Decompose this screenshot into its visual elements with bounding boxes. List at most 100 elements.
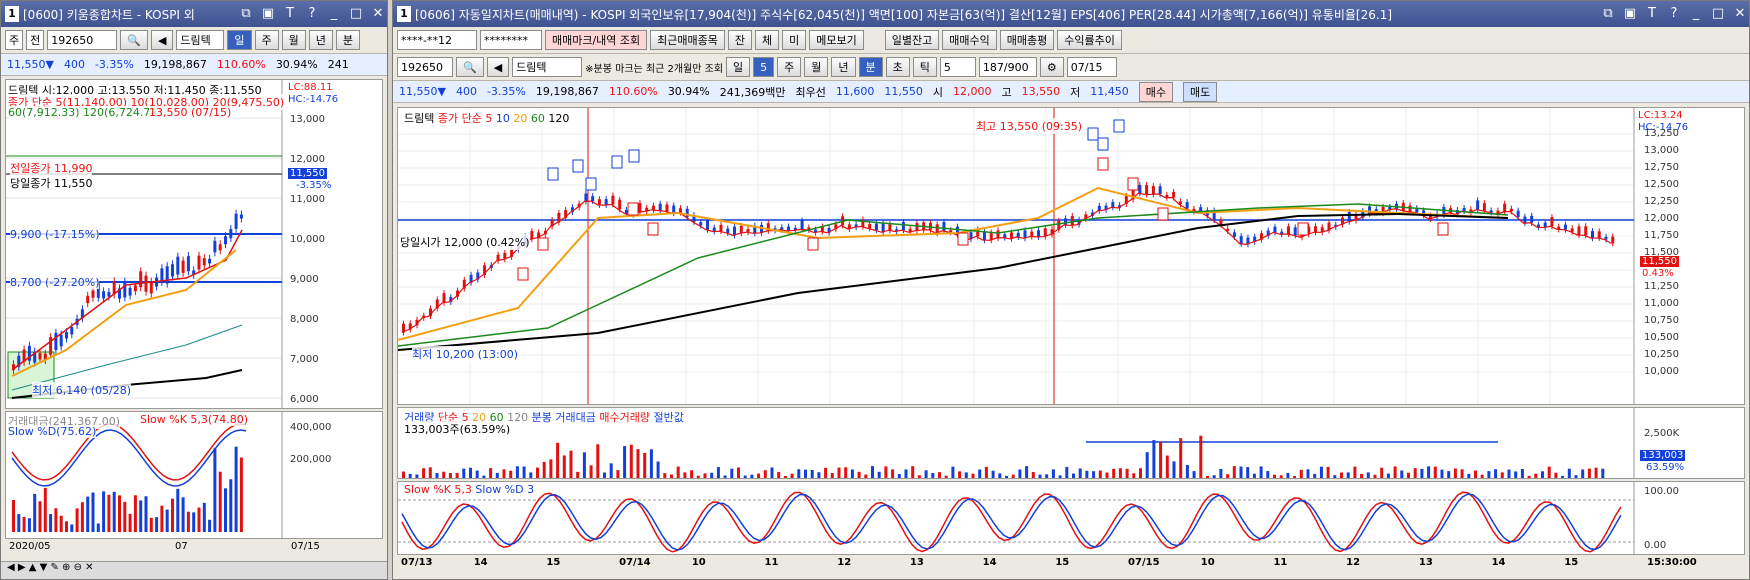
volume-bar xyxy=(1514,471,1518,478)
volume-bar xyxy=(49,514,53,532)
left-volume-chart[interactable]: 거래대금(241,367.00) Slow %K 5,3(74.80) Slow… xyxy=(5,411,383,539)
date-field[interactable]: 07/15 xyxy=(1066,57,1117,77)
sound-icon[interactable]: ◀ xyxy=(150,30,174,50)
left-bottom-toolbar[interactable]: ◀ ▶ ▲ ▼ ✎ ⊕ ⊖ ✕ xyxy=(1,561,387,579)
trade-profit-button[interactable]: 매매수익 xyxy=(942,30,997,50)
candle-body xyxy=(186,256,190,272)
daily-balance-button[interactable]: 일별잔고 xyxy=(884,30,940,50)
count-field[interactable]: 187/900 xyxy=(978,57,1037,77)
trade-review-button[interactable]: 매매총평 xyxy=(999,30,1055,50)
period-month[interactable]: 월 xyxy=(804,57,829,77)
right-price-chart[interactable]: 드림텍 종가 단순 5 10 20 60 120 최고 13,550 (09:3… xyxy=(397,107,1745,405)
close-icon[interactable]: ✕ xyxy=(369,5,387,23)
period-year[interactable]: 년 xyxy=(308,30,333,50)
close-icon[interactable]: ✕ xyxy=(1731,5,1749,23)
unfilled-button[interactable]: 미 xyxy=(782,30,807,50)
volume-bar xyxy=(1400,470,1404,478)
period-second[interactable]: 초 xyxy=(885,57,910,77)
mode-select[interactable]: 주 xyxy=(5,30,24,50)
volume-bar xyxy=(1547,466,1551,478)
recent-trade-button[interactable]: 최근매매종목 xyxy=(650,30,725,50)
volume-bar xyxy=(971,473,975,478)
link-icon[interactable]: ⧉ xyxy=(1599,5,1617,23)
font-icon[interactable]: T xyxy=(1643,5,1661,23)
link-icon[interactable]: ⧉ xyxy=(237,5,255,23)
maximize-icon[interactable]: □ xyxy=(347,5,365,23)
volume-bar xyxy=(1440,469,1444,478)
period-week[interactable]: 주 xyxy=(254,30,279,50)
memo-button[interactable]: 메모보기 xyxy=(809,30,864,50)
help-icon[interactable]: ? xyxy=(1665,5,1683,23)
tick-value-select[interactable]: 5 xyxy=(939,57,976,77)
stock-code-input[interactable]: 192650 xyxy=(397,57,453,77)
period-5[interactable]: 5 xyxy=(753,57,775,77)
balance-button[interactable]: 잔 xyxy=(727,30,753,50)
period-month[interactable]: 월 xyxy=(281,30,306,50)
account-select[interactable]: ****-**12 xyxy=(397,30,477,50)
stock-code-input[interactable]: 192650 xyxy=(47,30,118,50)
volume-bar xyxy=(1447,471,1451,478)
period-year[interactable]: 년 xyxy=(831,57,856,77)
volume-bar xyxy=(1259,466,1263,478)
volume-bar xyxy=(502,469,506,478)
trade-mark-query-button[interactable]: 매매마크/내역 조회 xyxy=(545,30,648,50)
stock-name: 드림텍 xyxy=(176,30,225,50)
password-field[interactable]: ******** xyxy=(480,30,542,50)
minimize-icon[interactable]: _ xyxy=(1687,5,1705,23)
volume-bar xyxy=(229,479,233,532)
candle-body xyxy=(1597,231,1601,238)
left-slowd-legend: Slow %D(75.62) xyxy=(8,425,97,438)
scroll-arrows-icon[interactable]: ◀ ▶ ▲ ▼ ✎ ⊕ ⊖ ✕ xyxy=(7,562,94,573)
slow-k-legend: Slow %K 5,3 xyxy=(404,483,472,496)
candle-body xyxy=(678,208,682,213)
volume-bar xyxy=(710,472,714,478)
candle-body xyxy=(1030,231,1034,237)
period-tick[interactable]: 틱 xyxy=(912,57,937,77)
right-volume-chart[interactable]: 거래량 단순 5 20 60 120 분봉 거래대금 매수거래량 절반값 133… xyxy=(397,407,1745,479)
volume-bar xyxy=(133,495,137,532)
font-icon[interactable]: T xyxy=(281,5,299,23)
volume-bar xyxy=(964,472,968,478)
volume-bar xyxy=(1507,469,1511,478)
pin-icon[interactable]: ▣ xyxy=(1621,5,1639,23)
volume-bar xyxy=(938,472,941,478)
return-trend-button[interactable]: 수익률추이 xyxy=(1057,30,1122,50)
left-price-chart[interactable]: 드림텍 시:12,000 고:13,550 저:11,450 종:11,550 … xyxy=(5,79,383,409)
minimize-icon[interactable]: _ xyxy=(325,5,343,23)
period-week[interactable]: 주 xyxy=(777,57,802,77)
candle-body xyxy=(202,258,206,266)
period-day[interactable]: 일 xyxy=(726,57,751,77)
executed-button[interactable]: 체 xyxy=(755,30,780,50)
volume-bar xyxy=(830,473,834,478)
buy-button[interactable]: 매수 xyxy=(1138,81,1173,102)
volume-bar xyxy=(408,473,412,478)
date-tick-label: 14 xyxy=(1491,557,1506,568)
date-tick-label: 12 xyxy=(837,557,852,568)
candle-body xyxy=(868,223,872,229)
period-minute[interactable]: 분 xyxy=(858,57,883,77)
volume-bar xyxy=(716,467,720,478)
search-icon[interactable]: 🔍 xyxy=(120,30,148,50)
period-day[interactable]: 일 xyxy=(227,30,252,50)
current-price: 11,550▼ xyxy=(399,85,446,98)
volume-bar xyxy=(155,517,159,532)
volume-bar xyxy=(663,473,667,478)
sound-icon[interactable]: ◀ xyxy=(486,57,510,77)
left-date-axis: 2020/05 07 07/15 xyxy=(5,541,383,557)
settings-gear-icon[interactable]: ⚙ xyxy=(1039,57,1064,77)
candle-body xyxy=(1611,236,1615,244)
right-stochastic-chart[interactable]: Slow %K 5,3 Slow %D 3 100.00 0.00 xyxy=(397,481,1745,555)
volume-bar xyxy=(128,513,132,532)
volume-bar xyxy=(160,505,164,532)
volume-bar xyxy=(509,470,513,478)
date-tick-label: 15 xyxy=(1564,557,1579,568)
volume-bar xyxy=(817,472,821,478)
maximize-icon[interactable]: □ xyxy=(1709,5,1727,23)
volume-bar xyxy=(750,474,754,478)
help-icon[interactable]: ? xyxy=(303,5,321,23)
search-icon[interactable]: 🔍 xyxy=(456,57,484,77)
prev-select[interactable]: 전 xyxy=(26,30,45,50)
pin-icon[interactable]: ▣ xyxy=(259,5,277,23)
sell-button[interactable]: 매도 xyxy=(1183,81,1218,102)
period-minute[interactable]: 분 xyxy=(335,30,361,50)
